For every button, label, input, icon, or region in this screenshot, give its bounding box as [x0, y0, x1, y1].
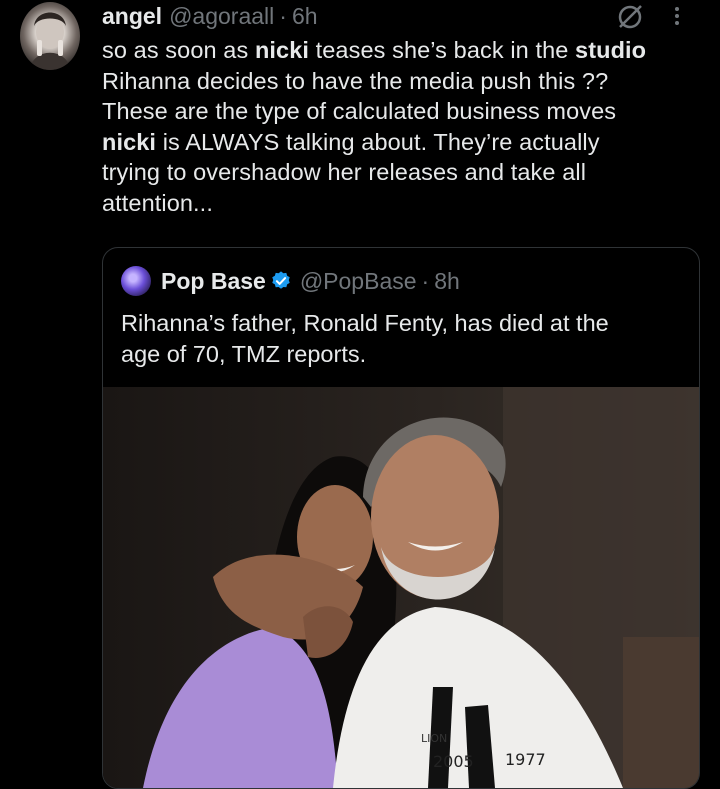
tweet-header: angel @agoraall · 6h [102, 0, 702, 32]
shirt-year-2: 2005 [433, 752, 474, 771]
timestamp[interactable]: 6h [292, 3, 318, 30]
text-segment: Rihanna decides to have the media push t… [102, 67, 617, 125]
avatar-image [30, 12, 70, 70]
quoted-display-name[interactable]: Pop Base [161, 268, 266, 295]
user-handle[interactable]: @agoraall [169, 3, 274, 30]
tweet-text: so as soon as nicki teases she’s back in… [102, 35, 702, 218]
separator-dot: · [421, 267, 430, 294]
tweet[interactable]: angel @agoraall · 6h so as soon as nicki… [102, 0, 702, 218]
bold-keyword: nicki [254, 37, 309, 63]
quoted-timestamp[interactable]: 8h [434, 268, 460, 295]
quoted-tweet-header: Pop Base @PopBase · 8h [121, 266, 460, 296]
bold-keyword: studio [575, 37, 647, 63]
quoted-handle[interactable]: @PopBase [300, 268, 417, 295]
text-segment: is ALWAYS talking about. They’re actuall… [102, 128, 600, 216]
shirt-text: LION [421, 732, 447, 745]
avatar[interactable] [20, 2, 80, 70]
text-segment: teases she’s back in the [309, 37, 576, 63]
bold-keyword: nicki [102, 128, 157, 155]
shirt-year: 1977 [505, 750, 546, 769]
quoted-tweet[interactable]: Pop Base @PopBase · 8h Rihanna’s father,… [102, 247, 700, 789]
more-icon[interactable] [672, 4, 682, 30]
text-segment: so as soon as [102, 37, 255, 63]
quoted-tweet-text: Rihanna’s father, Ronald Fenty, has died… [121, 310, 609, 367]
grok-icon[interactable] [616, 3, 644, 31]
quoted-avatar[interactable] [121, 266, 151, 296]
verified-badge-icon [272, 271, 290, 289]
display-name[interactable]: angel [102, 3, 162, 30]
separator-dot: · [279, 2, 287, 29]
quoted-tweet-photo[interactable]: LION 1977 2005 [103, 387, 699, 788]
